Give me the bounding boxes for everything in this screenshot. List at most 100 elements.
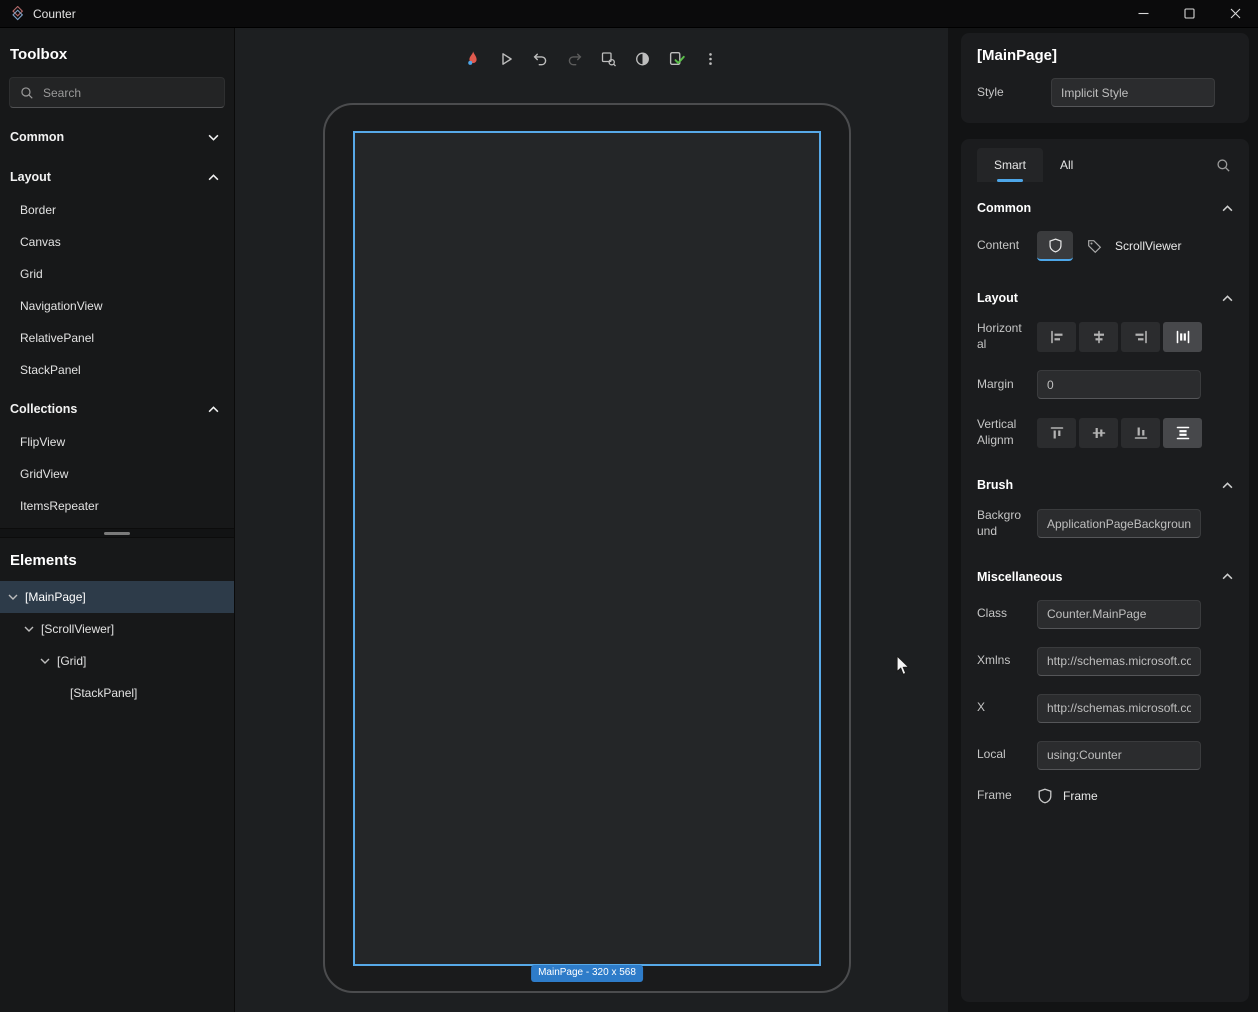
align-horizontal-stretch-button[interactable] [1163, 322, 1202, 352]
selection-header-card: [MainPage] Style [961, 33, 1249, 123]
toolbox-item-canvas[interactable]: Canvas [0, 226, 234, 258]
section-label: Miscellaneous [977, 570, 1062, 584]
toolbox-section-common[interactable]: Common [0, 120, 234, 154]
redo-icon[interactable] [561, 45, 588, 72]
chevron-up-icon [1222, 295, 1233, 302]
mainpage-design-surface[interactable] [353, 131, 821, 966]
margin-row: Margin [977, 370, 1233, 399]
window-title: Counter [33, 7, 76, 21]
sidebar-splitter[interactable] [0, 528, 234, 538]
elements-tree-item-grid[interactable]: [Grid] [0, 645, 234, 677]
inspect-icon[interactable] [595, 45, 622, 72]
tree-item-label: [StackPanel] [70, 686, 137, 700]
properties-panel: [MainPage] Style Smart All Common [948, 28, 1258, 1012]
toolbox-item-gridview[interactable]: GridView [0, 458, 234, 490]
chevron-up-icon [208, 406, 219, 413]
chevron-down-icon [24, 626, 34, 632]
content-property-row: Content ScrollViewer [977, 231, 1233, 261]
toolbox-section-collections[interactable]: Collections [0, 392, 234, 426]
section-label: Layout [977, 291, 1018, 305]
titlebar: Counter [0, 0, 1258, 28]
content-label: Content [977, 238, 1023, 254]
x-row: X [977, 694, 1233, 723]
toolbox-item-border[interactable]: Border [0, 194, 234, 226]
align-vertical-bottom-button[interactable] [1121, 418, 1160, 448]
local-label: Local [977, 747, 1023, 763]
section-layout[interactable]: Layout [977, 279, 1233, 317]
align-horizontal-right-button[interactable] [1121, 322, 1160, 352]
chevron-up-icon [1222, 482, 1233, 489]
more-icon[interactable] [697, 45, 724, 72]
toolbox-item-navigationview[interactable]: NavigationView [0, 290, 234, 322]
window-controls [1120, 0, 1258, 27]
element-type-button[interactable] [1037, 231, 1073, 261]
align-vertical-stretch-button[interactable] [1163, 418, 1202, 448]
toolbox-search[interactable] [9, 77, 225, 108]
section-common[interactable]: Common [977, 189, 1233, 227]
toolbox-item-itemsrepeater[interactable]: ItemsRepeater [0, 490, 234, 522]
horizontal-alignment-row: Horizontal [977, 321, 1233, 352]
vertical-alignment-row: Vertical Alignm [977, 417, 1233, 448]
style-input[interactable] [1051, 78, 1215, 107]
xmlns-input[interactable] [1037, 647, 1201, 676]
elements-tree-item-scrollviewer[interactable]: [ScrollViewer] [0, 613, 234, 645]
properties-card: Smart All Common Content [961, 139, 1249, 1002]
local-row: Local [977, 741, 1233, 770]
minimize-button[interactable] [1120, 0, 1166, 27]
toolbox-search-input[interactable] [43, 86, 214, 100]
background-label: Background [977, 508, 1023, 539]
chevron-up-icon [1222, 573, 1233, 580]
toolbox-item-relativepanel[interactable]: RelativePanel [0, 322, 234, 354]
elements-tree-item-stackpanel[interactable]: [StackPanel] [0, 677, 234, 709]
app-logo-icon [10, 6, 25, 21]
align-horizontal-center-button[interactable] [1079, 322, 1118, 352]
properties-search-icon[interactable] [1216, 158, 1231, 173]
class-input[interactable] [1037, 600, 1201, 629]
frame-value: Frame [1063, 789, 1098, 803]
background-row: Background [977, 508, 1233, 539]
section-label: Layout [10, 170, 51, 184]
toolbox-item-stackpanel[interactable]: StackPanel [0, 354, 234, 386]
canvas-toolbar [459, 45, 724, 72]
section-brush[interactable]: Brush [977, 466, 1233, 504]
toolbox-item-grid[interactable]: Grid [0, 258, 234, 290]
play-icon[interactable] [493, 45, 520, 72]
hot-reload-flame-icon[interactable] [459, 45, 486, 72]
app-window: Counter Toolbox Common [0, 0, 1258, 1012]
background-input[interactable] [1037, 509, 1201, 538]
margin-input[interactable] [1037, 370, 1201, 399]
tab-smart[interactable]: Smart [977, 148, 1043, 182]
tag-icon-button[interactable] [1080, 231, 1108, 261]
left-sidebar: Toolbox Common Layout Border Ca [0, 28, 235, 1012]
tree-item-label: [ScrollViewer] [41, 622, 114, 636]
class-row: Class [977, 600, 1233, 629]
frame-type-icon [1037, 788, 1053, 804]
align-vertical-center-button[interactable] [1079, 418, 1118, 448]
class-label: Class [977, 606, 1023, 622]
toolbox-item-flipview[interactable]: FlipView [0, 426, 234, 458]
section-label: Brush [977, 478, 1013, 492]
elements-tree-item-mainpage[interactable]: [MainPage] [0, 581, 234, 613]
toolbox-title: Toolbox [0, 28, 234, 75]
close-button[interactable] [1212, 0, 1258, 27]
align-horizontal-left-button[interactable] [1037, 322, 1076, 352]
chevron-up-icon [208, 174, 219, 181]
x-input[interactable] [1037, 694, 1201, 723]
maximize-button[interactable] [1166, 0, 1212, 27]
theme-toggle-icon[interactable] [629, 45, 656, 72]
page-size-badge: MainPage - 320 x 568 [531, 965, 643, 982]
align-vertical-top-button[interactable] [1037, 418, 1076, 448]
vertical-alignment-label: Vertical Alignm [977, 417, 1023, 448]
tab-all[interactable]: All [1043, 148, 1090, 182]
margin-label: Margin [977, 377, 1023, 393]
horizontal-alignment-label: Horizontal [977, 321, 1023, 352]
local-input[interactable] [1037, 741, 1201, 770]
undo-icon[interactable] [527, 45, 554, 72]
properties-tabs: Smart All [977, 145, 1233, 185]
chevron-down-icon [208, 134, 219, 141]
section-miscellaneous[interactable]: Miscellaneous [977, 558, 1233, 596]
toolbox-section-layout[interactable]: Layout [0, 160, 234, 194]
validate-icon[interactable] [663, 45, 690, 72]
tree-item-label: [Grid] [57, 654, 86, 668]
frame-row: Frame Frame [977, 788, 1233, 804]
